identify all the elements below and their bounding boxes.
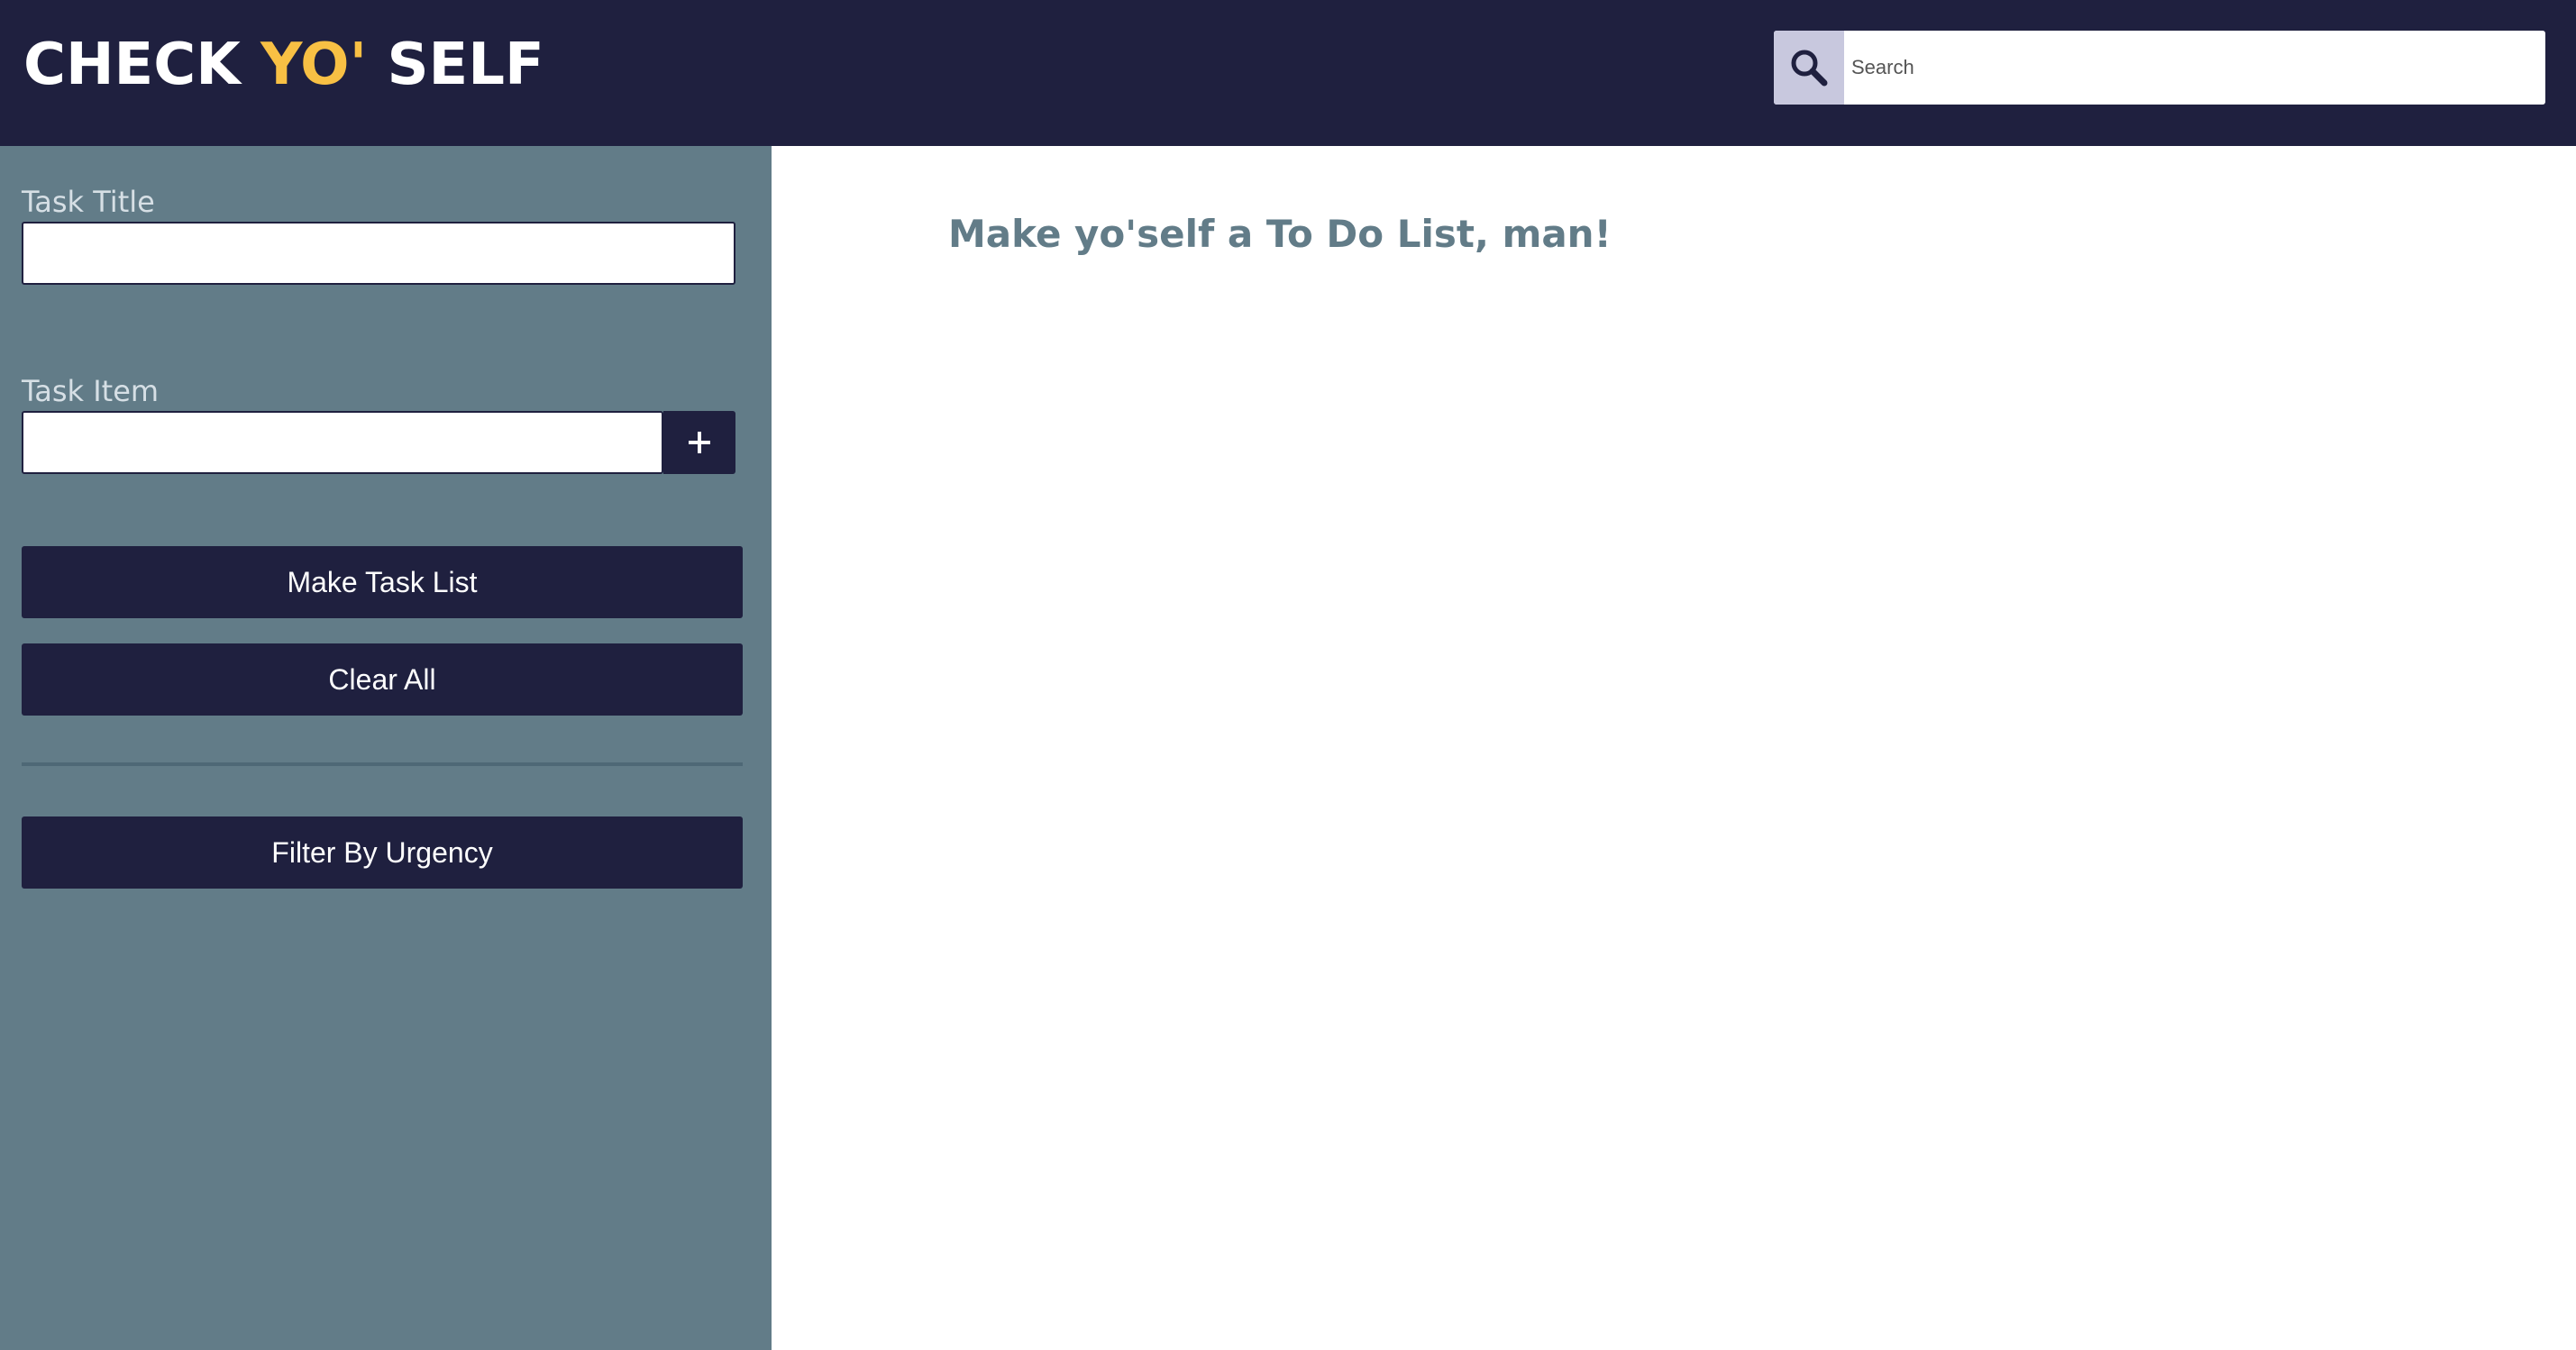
make-task-list-button[interactable]: Make Task List (22, 546, 743, 618)
sidebar-divider (22, 762, 743, 766)
logo-text-self: SELF (367, 32, 544, 98)
plus-icon (689, 432, 710, 453)
search-input[interactable] (1844, 31, 2538, 105)
task-list-area: Make yo'self a To Do List, man! (772, 146, 2576, 1350)
search-bar (1774, 31, 2545, 105)
task-title-label: Task Title (22, 185, 155, 219)
empty-state-message: Make yo'self a To Do List, man! (948, 212, 1612, 256)
task-item-input[interactable] (22, 411, 663, 474)
add-task-item-button[interactable] (663, 411, 735, 474)
filter-by-urgency-button[interactable]: Filter By Urgency (22, 816, 743, 889)
sidebar: Task Title Task Item Make Task List Clea… (0, 146, 772, 1350)
logo-text-yo: YO' (260, 32, 368, 98)
search-icon (1791, 50, 1828, 87)
logo-text-check: CHECK (23, 32, 261, 98)
search-button[interactable] (1774, 31, 1844, 105)
clear-all-button[interactable]: Clear All (22, 643, 743, 716)
task-item-label: Task Item (22, 374, 160, 408)
app-logo: CHECK YO' SELF (23, 27, 544, 103)
app-header: CHECK YO' SELF (0, 0, 2576, 146)
task-title-input[interactable] (22, 222, 735, 285)
